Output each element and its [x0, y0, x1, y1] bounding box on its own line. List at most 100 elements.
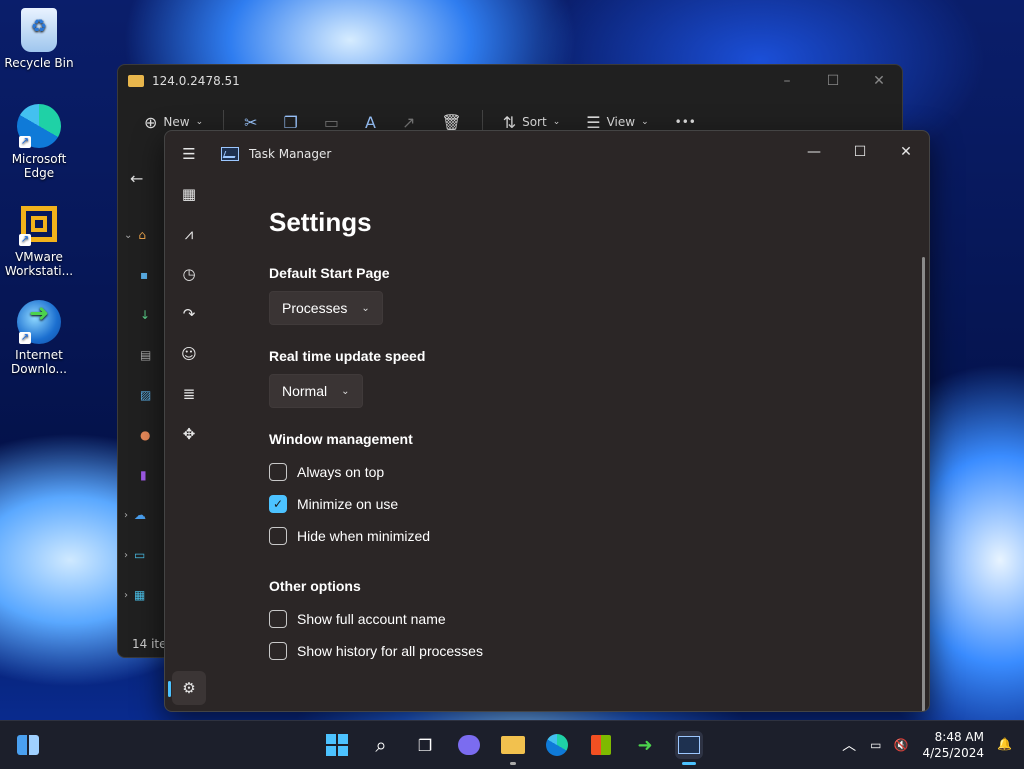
minimize-icon[interactable]: –: [764, 73, 810, 89]
processes-icon: ▦: [181, 185, 197, 203]
sort-label: Sort: [522, 115, 547, 129]
tree-item-this-pc[interactable]: › ▭: [124, 535, 164, 575]
nav-users[interactable]: ☺: [172, 337, 206, 371]
desktop-icon-edge[interactable]: ↗ Microsoft Edge: [4, 104, 74, 180]
volume-muted-icon[interactable]: 🔇: [894, 738, 909, 752]
maximize-icon[interactable]: ☐: [810, 73, 856, 89]
tree-item[interactable]: ▤: [124, 335, 164, 375]
default-start-page-label: Default Start Page: [269, 265, 390, 281]
explorer-titlebar[interactable]: 124.0.2478.51 – ☐ ✕: [118, 65, 902, 97]
more-icon: •••: [674, 115, 696, 129]
history-icon: ◷: [182, 265, 196, 283]
taskbar: ⌕ ❐ ➜ ︿ ▭ 🔇 8:48 AM 4/25/2024 🔔: [0, 720, 1024, 769]
nav-performance[interactable]: ⩘: [172, 217, 206, 251]
settings-content: Settings Default Start Page Processes ⌄ …: [211, 177, 929, 711]
view-button[interactable]: ☰ View ⌄: [576, 113, 658, 132]
desktop-icon-label: Recycle Bin: [4, 56, 74, 70]
checkbox-box[interactable]: [269, 610, 287, 628]
checkbox-box[interactable]: [269, 463, 287, 481]
checkbox-box[interactable]: ✓: [269, 495, 287, 513]
gear-icon: ⚙: [182, 679, 196, 697]
widgets-icon: [17, 735, 39, 755]
checkbox-label: Always on top: [297, 464, 385, 480]
notification-bell-icon[interactable]: 🔔: [997, 737, 1012, 751]
hamburger-menu-button[interactable]: ☰: [172, 137, 206, 171]
tree-item[interactable]: ▨: [124, 375, 164, 415]
default-start-page-dropdown[interactable]: Processes ⌄: [269, 291, 383, 325]
task-manager-window[interactable]: Task Manager — ☐ ✕ ☰ ▦ ⩘ ◷ ↷ ☺ ≣ ✥ ⚙ Set…: [164, 130, 930, 712]
show-full-account-name-checkbox[interactable]: Show full account name: [269, 610, 446, 628]
edge-taskbar-button[interactable]: [543, 731, 571, 759]
clock[interactable]: 8:48 AM 4/25/2024: [922, 729, 984, 761]
new-button[interactable]: ⊕ New ⌄: [134, 113, 213, 132]
nav-app-history[interactable]: ◷: [172, 257, 206, 291]
more-button[interactable]: •••: [665, 115, 706, 129]
copy-button[interactable]: ❐: [274, 113, 308, 132]
widgets-button[interactable]: [14, 731, 42, 759]
tree-item-network[interactable]: › ▦: [124, 575, 164, 615]
back-arrow-icon[interactable]: ←: [130, 169, 143, 188]
edge-icon: ↗: [17, 104, 61, 148]
show-history-all-processes-checkbox[interactable]: Show history for all processes: [269, 642, 483, 660]
teams-chat-button[interactable]: [455, 731, 483, 759]
rename-button[interactable]: A̲: [355, 113, 386, 132]
windows-logo-icon: [326, 734, 348, 756]
tree-item-onedrive[interactable]: › ☁: [124, 495, 164, 535]
running-indicator: [682, 762, 696, 765]
scrollbar[interactable]: [922, 257, 925, 711]
tree-item[interactable]: ▮: [124, 455, 164, 495]
paste-button[interactable]: ▭: [314, 113, 349, 132]
folder-icon: [501, 736, 525, 754]
update-speed-label: Real time update speed: [269, 348, 426, 364]
network-icon[interactable]: ▭: [870, 738, 881, 752]
desktop-icon-recycle-bin[interactable]: ♻ Recycle Bin: [4, 8, 74, 70]
task-view-button[interactable]: ❐: [411, 731, 439, 759]
nav-services[interactable]: ✥: [172, 417, 206, 451]
start-button[interactable]: [323, 731, 351, 759]
tree-item[interactable]: ●: [124, 415, 164, 455]
tree-item[interactable]: ▪: [124, 255, 164, 295]
idm-icon: ➜ ↗: [17, 300, 61, 344]
idm-taskbar-button[interactable]: ➜: [631, 731, 659, 759]
close-icon[interactable]: ✕: [856, 73, 902, 89]
clock-date: 4/25/2024: [922, 746, 984, 760]
tree-item[interactable]: ↓: [124, 295, 164, 335]
show-hidden-icons-chevron-icon[interactable]: ︿: [842, 735, 856, 755]
task-manager-taskbar-button[interactable]: [675, 731, 703, 765]
nav-startup-apps[interactable]: ↷: [172, 297, 206, 331]
chat-icon: [458, 735, 480, 755]
delete-button[interactable]: 🗑: [431, 113, 471, 132]
checkbox-box[interactable]: [269, 642, 287, 660]
desktop-icon-idm[interactable]: ➜ ↗ Internet Downlo...: [4, 300, 74, 376]
tree-item-home[interactable]: ⌄ ⌂: [124, 215, 164, 255]
task-manager-titlebar[interactable]: Task Manager — ☐ ✕: [165, 131, 929, 177]
minimize-button[interactable]: —: [791, 137, 837, 167]
close-button[interactable]: ✕: [883, 137, 929, 167]
scissors-icon: ✂: [244, 112, 258, 132]
nav-settings[interactable]: ⚙: [172, 671, 206, 705]
copy-icon: ❐: [283, 112, 298, 132]
checkbox-label: Show history for all processes: [297, 643, 483, 659]
update-speed-dropdown[interactable]: Normal ⌄: [269, 374, 363, 408]
music-icon: ●: [140, 428, 151, 442]
new-label: New: [163, 115, 190, 129]
network-icon: ▦: [134, 588, 146, 602]
services-puzzle-icon: ✥: [182, 425, 196, 443]
cut-button[interactable]: ✂: [234, 113, 267, 132]
maximize-button[interactable]: ☐: [837, 137, 883, 167]
store-taskbar-button[interactable]: [587, 731, 615, 759]
always-on-top-checkbox[interactable]: Always on top: [269, 463, 384, 481]
checkbox-box[interactable]: [269, 527, 287, 545]
sort-button[interactable]: ⇅ Sort ⌄: [493, 113, 571, 132]
nav-processes[interactable]: ▦: [172, 177, 206, 211]
share-button[interactable]: ↗: [392, 113, 425, 132]
desktop-icon-vmware[interactable]: ↗ VMware Workstati...: [4, 202, 74, 278]
hamburger-icon: ☰: [182, 145, 196, 163]
chevron-down-icon: ⌄: [641, 117, 649, 127]
hide-when-minimized-checkbox[interactable]: Hide when minimized: [269, 527, 430, 545]
search-button[interactable]: ⌕: [367, 731, 395, 759]
file-explorer-taskbar-button[interactable]: [499, 731, 527, 765]
nav-details[interactable]: ≣: [172, 377, 206, 411]
window-title: Task Manager: [249, 147, 332, 161]
minimize-on-use-checkbox[interactable]: ✓ Minimize on use: [269, 495, 398, 513]
